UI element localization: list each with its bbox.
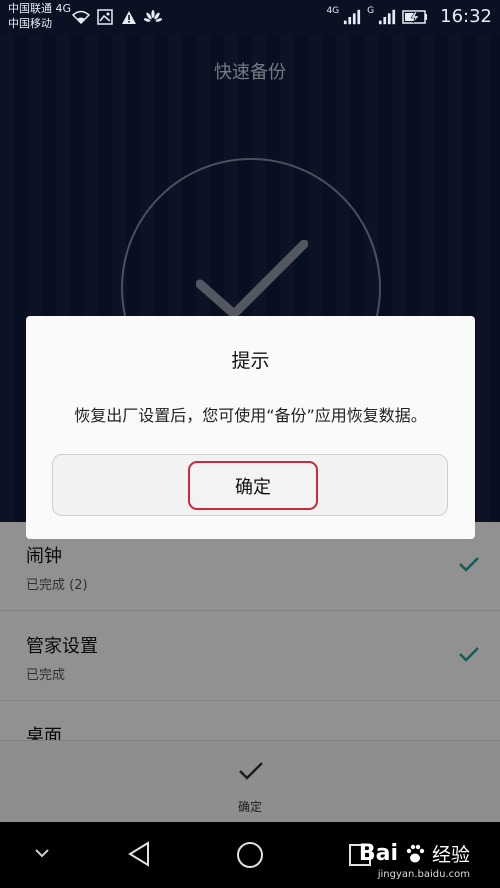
carrier-1: 中国联通 4G	[8, 2, 72, 15]
baidu-watermark: Bai 经验	[359, 840, 470, 867]
screen: 中国联通 4G 中国移动 4G G 16:32 快速备份 闹钟 已完成 (2) …	[0, 0, 500, 888]
huawei-icon	[144, 9, 162, 25]
paw-icon	[406, 844, 425, 862]
notification-icons	[72, 9, 162, 25]
alert-dialog: 提示 恢复出厂设置后，您可使用“备份”应用恢复数据。 确定	[26, 316, 475, 539]
dialog-button-area[interactable]: 确定	[52, 454, 448, 516]
battery-charging-icon	[402, 9, 428, 25]
signal-icon	[343, 9, 361, 25]
chevron-down-icon[interactable]	[34, 848, 50, 858]
image-icon	[96, 9, 114, 25]
signal-1-label: 4G	[326, 5, 340, 16]
status-right: 4G G 16:32	[326, 5, 492, 28]
dialog-title: 提示	[231, 350, 270, 372]
dialog-message: 恢复出厂设置后，您可使用“备份”应用恢复数据。	[74, 406, 427, 425]
watermark-suffix: 经验	[431, 844, 470, 866]
warning-icon	[120, 9, 138, 25]
clock: 16:32	[440, 6, 492, 27]
signal-2-label: G	[367, 5, 375, 16]
carrier-2: 中国移动	[8, 17, 52, 30]
navigation-bar: Bai 经验 jingyan.baidu.com	[0, 822, 500, 888]
back-icon[interactable]	[126, 840, 152, 868]
confirm-button[interactable]: 确定	[188, 461, 318, 510]
watermark-brand: Bai	[358, 841, 398, 866]
wifi-icon	[72, 9, 90, 25]
carrier-info: 中国联通 4G 中国移动	[8, 1, 71, 31]
status-bar: 中国联通 4G 中国移动 4G G 16:32	[0, 0, 500, 36]
signal-icon	[378, 9, 396, 25]
home-icon[interactable]	[236, 841, 264, 869]
watermark-url: jingyan.baidu.com	[377, 869, 470, 880]
